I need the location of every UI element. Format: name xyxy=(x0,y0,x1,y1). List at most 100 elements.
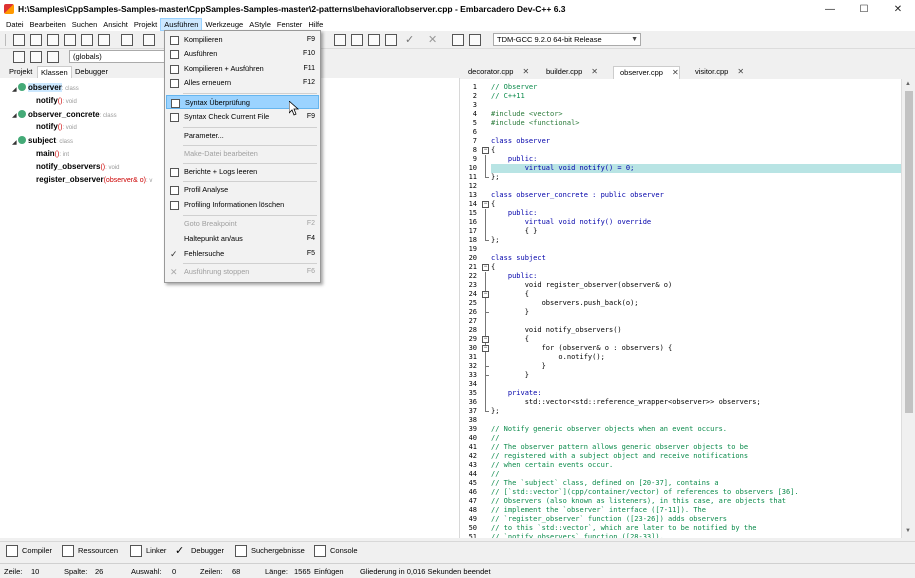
code-line[interactable]: virtual void notify() = 0; xyxy=(491,164,901,173)
code-line[interactable]: std::vector<std::reference_wrapper<obser… xyxy=(491,398,901,407)
scroll-down-icon[interactable]: ▼ xyxy=(905,528,911,534)
code-line[interactable] xyxy=(491,245,901,254)
goto-bookmark-icon[interactable] xyxy=(47,51,59,63)
code-line[interactable] xyxy=(491,128,901,137)
menu-item-berichte-logs-leeren[interactable]: Berichte + Logs leeren xyxy=(166,165,319,179)
undo-icon[interactable] xyxy=(143,34,155,46)
code-line[interactable]: { } xyxy=(491,227,901,236)
print-icon[interactable] xyxy=(121,34,133,46)
profile-icon[interactable] xyxy=(452,34,464,46)
tab-observer-cpp[interactable]: observer.cpp ✕ xyxy=(613,66,680,79)
code-editor[interactable]: 1 2 3 4 5 6 7 8−9 10 11 12 13 14−15 16 17 18 19 20 21−22 23… xyxy=(460,79,901,538)
code-line[interactable] xyxy=(491,380,901,389)
code-line[interactable] xyxy=(491,101,901,110)
menu-datei[interactable]: Datei xyxy=(3,18,27,31)
menu-item-haltepunkt[interactable]: Haltepunkt an/aus F4 xyxy=(166,232,319,246)
menu-item-kompilieren[interactable]: Kompilieren F9 xyxy=(166,33,319,47)
tab-decorator-cpp[interactable]: decorator.cpp ✕ xyxy=(462,66,529,79)
menu-item-profil-analyse[interactable]: Profil Analyse xyxy=(166,183,319,197)
code-line[interactable]: void register_observer(observer& o) xyxy=(491,281,901,290)
fold-toggle-icon[interactable]: − xyxy=(482,147,489,154)
close-tab-icon[interactable]: ✕ xyxy=(522,67,529,76)
code-line[interactable]: } xyxy=(491,308,901,317)
fold-toggle-icon[interactable]: − xyxy=(482,264,489,271)
menu-item-fehlersuche[interactable]: ✓ Fehlersuche F5 xyxy=(166,247,319,261)
code-line[interactable] xyxy=(491,182,901,191)
code-line[interactable]: virtual void notify() override xyxy=(491,218,901,227)
code-line[interactable]: // Notify generic observer objects when … xyxy=(491,425,901,434)
code-line[interactable]: observers.push_back(o); xyxy=(491,299,901,308)
tree-node-main[interactable]: main(): int xyxy=(36,148,69,160)
code-line[interactable]: #include <functional> xyxy=(491,119,901,128)
code-line[interactable]: public: xyxy=(491,272,901,281)
code-line[interactable]: }; xyxy=(491,236,901,245)
code-line[interactable]: for (observer& o : observers) { xyxy=(491,344,901,353)
compile-icon[interactable] xyxy=(334,34,346,46)
collapse-icon[interactable]: ◢ xyxy=(12,139,17,146)
code-line[interactable]: // when certain events occur. xyxy=(491,461,901,470)
menu-suchen[interactable]: Suchen xyxy=(69,18,100,31)
menu-item-parameter[interactable]: Parameter... xyxy=(166,129,319,143)
stop-icon[interactable]: ✕ xyxy=(428,34,440,46)
code-line[interactable]: // `register_observer` function ([23-26]… xyxy=(491,515,901,524)
code-line[interactable]: class subject xyxy=(491,254,901,263)
code-line[interactable]: private: xyxy=(491,389,901,398)
scroll-up-icon[interactable]: ▲ xyxy=(905,81,911,87)
code-line[interactable]: // to this `std::vector`, which are late… xyxy=(491,524,901,533)
code-line[interactable]: { xyxy=(491,290,901,299)
tab-suchergebnisse[interactable]: Suchergebnisse xyxy=(235,544,305,558)
tab-projekt[interactable]: Projekt xyxy=(6,66,35,78)
code-line[interactable]: }; xyxy=(491,407,901,416)
code-line[interactable]: // The observer pattern allows generic o… xyxy=(491,443,901,452)
run-icon[interactable] xyxy=(351,34,363,46)
tab-builder-cpp[interactable]: builder.cpp ✕ xyxy=(540,66,598,79)
code-line[interactable]: { xyxy=(491,335,901,344)
fold-toggle-icon[interactable]: − xyxy=(482,291,489,298)
collapse-icon[interactable]: ◢ xyxy=(12,112,17,119)
menu-item-profiling-loeschen[interactable]: Profiling Informationen löschen xyxy=(166,198,319,212)
menu-projekt[interactable]: Projekt xyxy=(131,18,160,31)
code-line[interactable]: { xyxy=(491,146,901,155)
code-line[interactable]: // implement the `observer` interface ([… xyxy=(491,506,901,515)
tab-compiler[interactable]: Compiler xyxy=(6,544,52,558)
menu-bearbeiten[interactable]: Bearbeiten xyxy=(27,18,69,31)
close-tab-icon[interactable]: ✕ xyxy=(591,67,598,76)
new-file-icon[interactable] xyxy=(13,34,25,46)
tree-node-notify-observers[interactable]: notify_observers(): void xyxy=(36,161,119,173)
tree-node-register-observer[interactable]: register_observer(observer& o): v xyxy=(36,174,152,186)
code-line[interactable]: // registered with a subject object and … xyxy=(491,452,901,461)
code-line[interactable]: o.notify(); xyxy=(491,353,901,362)
code-line[interactable]: { xyxy=(491,200,901,209)
tab-console[interactable]: Console xyxy=(314,544,358,558)
code-line[interactable]: void notify_observers() xyxy=(491,326,901,335)
code-line[interactable]: } xyxy=(491,362,901,371)
save-icon[interactable] xyxy=(47,34,59,46)
close-file-icon[interactable] xyxy=(81,34,93,46)
menu-item-kompilieren-ausfuehren[interactable]: Kompilieren + Ausführen F11 xyxy=(166,62,319,76)
rebuild-icon[interactable] xyxy=(385,34,397,46)
open-file-icon[interactable] xyxy=(30,34,42,46)
code-line[interactable] xyxy=(491,317,901,326)
compiler-select[interactable]: TDM-GCC 9.2.0 64-bit Release ▼ xyxy=(493,33,641,46)
code-line[interactable]: class observer_concrete : public observe… xyxy=(491,191,901,200)
code-line[interactable]: class observer xyxy=(491,137,901,146)
fold-toggle-icon[interactable]: − xyxy=(482,336,489,343)
tab-visitor-cpp[interactable]: visitor.cpp ✕ xyxy=(689,66,744,79)
tree-node-observer[interactable]: observer: class xyxy=(18,82,79,94)
compile-run-icon[interactable] xyxy=(368,34,380,46)
code-line[interactable]: public: xyxy=(491,155,901,164)
code-line[interactable]: // The `subject` class, defined on [20-3… xyxy=(491,479,901,488)
close-tab-icon[interactable]: ✕ xyxy=(672,68,679,77)
tree-node-observer-concrete[interactable]: observer_concrete: class xyxy=(18,109,117,121)
close-all-icon[interactable] xyxy=(98,34,110,46)
code-line[interactable]: #include <vector> xyxy=(491,110,901,119)
code-line[interactable]: // `notify_observers` function ([28-33])… xyxy=(491,533,901,538)
fold-toggle-icon[interactable]: − xyxy=(482,201,489,208)
code-line[interactable]: // xyxy=(491,434,901,443)
tab-linker[interactable]: Linker xyxy=(130,544,166,558)
syntax-check-icon[interactable]: ✓ xyxy=(405,34,417,46)
save-all-icon[interactable] xyxy=(64,34,76,46)
code-line[interactable]: } xyxy=(491,371,901,380)
menu-item-alles-erneuern[interactable]: Alles erneuern F12 xyxy=(166,76,319,90)
tree-node-notify[interactable]: notify(): void xyxy=(36,95,77,107)
